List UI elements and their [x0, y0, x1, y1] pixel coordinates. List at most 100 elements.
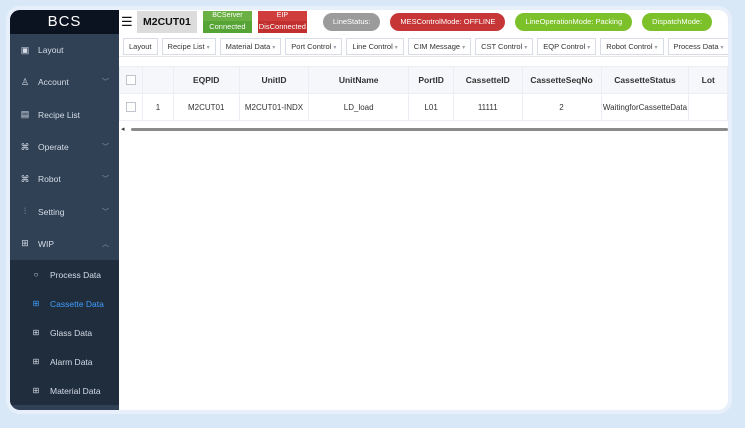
tab-label: CST Control — [481, 41, 523, 51]
cassette-table: EQPID UnitID UnitName PortID CassetteID Casse… — [119, 66, 728, 121]
column-header-lot: Lot — [688, 66, 728, 94]
tab-label: EQP Control — [543, 41, 586, 51]
tab-layout[interactable]: Layout — [123, 37, 158, 55]
sidebar-item-label: Robot — [38, 174, 61, 185]
bcserver-status: BCServer Connected — [202, 11, 252, 33]
chevron-down-icon: ﹀ — [102, 144, 109, 152]
table-icon: ⊞ — [32, 386, 40, 396]
chevron-down-icon: ﹀ — [102, 79, 109, 87]
app-logo: BCS — [10, 10, 119, 34]
sidebar-item-layout[interactable]: ▣ Layout — [10, 34, 119, 66]
document-icon: ▤ — [20, 109, 30, 120]
column-header-portid: PortID — [408, 66, 455, 94]
submenu-item-label: Glass Data — [50, 327, 93, 338]
table-body: 1 M2CUT01 M2CUT01-INDX LD_load L01 11111 2 Wait… — [119, 93, 728, 121]
tab-label: CIM Message — [413, 41, 461, 51]
table-cell: LD_load — [308, 93, 410, 121]
command-icon: ⌘ — [20, 141, 30, 152]
horizontal-scrollbar[interactable]: ◂ — [119, 125, 728, 133]
sidebar-item-recipe-list[interactable]: ▤ Recipe List — [10, 99, 119, 131]
column-header-eqpid: EQPID — [172, 66, 240, 94]
sidebar-item-account[interactable]: ♙ Account ﹀ — [10, 66, 119, 98]
chevron-down-icon: ﹀ — [102, 176, 109, 184]
sidebar-item-robot[interactable]: ⌘ Robot ﹀ — [10, 163, 119, 195]
dispatch-mode-badge: DispatchMode: — [642, 13, 713, 31]
chevron-up-icon: ︿ — [102, 240, 109, 248]
tab-label: Material Data — [225, 41, 271, 51]
scrollbar-thumb[interactable] — [131, 128, 728, 131]
submenu-item-label: Alarm Data — [50, 356, 93, 367]
tab-cim-message[interactable]: CIM Message ▾ — [407, 37, 472, 55]
dropdown-arrow-icon[interactable]: ▾ — [462, 45, 465, 51]
column-header-cassettestatus: CassetteStatus — [600, 66, 690, 94]
monitor-icon: ▣ — [20, 44, 30, 55]
bcserver-label: BCServer — [202, 11, 252, 21]
tab-label: Layout — [129, 41, 152, 51]
chevron-down-icon: ﹀ — [102, 208, 109, 216]
mes-control-mode-badge: MESControlMode: OFFLINE — [390, 13, 506, 31]
select-all-cell — [119, 66, 144, 94]
dropdown-arrow-icon[interactable]: ▾ — [333, 45, 336, 51]
submenu-item-label: Material Data — [50, 385, 101, 396]
dropdown-arrow-icon[interactable]: ▾ — [272, 45, 275, 51]
hamburger-icon[interactable]: ☰ — [121, 14, 133, 30]
tab-label: Process Data — [673, 41, 719, 51]
tab-label: Robot Control — [606, 41, 653, 51]
table-icon: ⊞ — [32, 328, 40, 338]
tab-recipe-list[interactable]: Recipe List ▾ — [161, 37, 216, 55]
table-cell: M2CUT01 — [172, 93, 240, 121]
table-cell: M2CUT01-INDX — [238, 93, 310, 121]
dropdown-arrow-icon[interactable]: ▾ — [721, 45, 724, 51]
submenu-item-glass-data[interactable]: ⊞ Glass Data — [10, 318, 119, 347]
equipment-title: M2CUT01 — [137, 11, 197, 33]
table-cell: L01 — [408, 93, 455, 121]
table-cell: 2 — [521, 93, 602, 121]
sidebar-item-wip[interactable]: ⊞ WIP ︿ — [10, 228, 119, 260]
sidebar-menu: ▣ Layout ♙ Account ﹀ ▤ Recipe List ⌘ Operate ﹀ ⌘ Ro… — [10, 34, 119, 260]
tab-cst-control[interactable]: CST Control ▾ — [475, 37, 534, 55]
column-header-cassetteid: CassetteID — [453, 66, 523, 94]
sidebar-item-label: Layout — [38, 45, 64, 56]
submenu-item-alarm-data[interactable]: ⊞ Alarm Data — [10, 347, 119, 376]
tab-line-control[interactable]: Line Control ▾ — [346, 37, 404, 55]
tab-label: Port Control — [291, 41, 332, 51]
dropdown-arrow-icon[interactable]: ▾ — [655, 45, 658, 51]
row-checkbox[interactable] — [126, 102, 137, 112]
cassette-table-container: EQPID UnitID UnitName PortID CassetteID Casse… — [119, 66, 728, 126]
sidebar-item-label: Operate — [38, 142, 69, 153]
table-icon: ⊞ — [32, 299, 40, 309]
sidebar-item-setting[interactable]: ⫶ Setting ﹀ — [10, 195, 119, 227]
row-select-cell — [119, 93, 144, 121]
tab-label: Line Control — [352, 41, 393, 51]
bcserver-value: Connected — [202, 21, 252, 33]
top-bar: ☰ M2CUT01 BCServer Connected EIP DisConn… — [119, 10, 728, 34]
sidebar-item-operate[interactable]: ⌘ Operate ﹀ — [10, 131, 119, 163]
dropdown-arrow-icon[interactable]: ▾ — [395, 45, 398, 51]
dropdown-arrow-icon[interactable]: ▾ — [524, 45, 527, 51]
table-row[interactable]: 1 M2CUT01 M2CUT01-INDX LD_load L01 11111 2 Wait… — [119, 93, 728, 121]
submenu-item-label: Process Data — [50, 269, 102, 280]
submenu-item-material-data[interactable]: ⊞ Material Data — [10, 376, 119, 405]
tab-process-data[interactable]: Process Data ▾ — [667, 37, 728, 55]
tab-eqp-control[interactable]: EQP Control ▾ — [537, 37, 597, 55]
eip-value: DisConnected — [257, 21, 307, 33]
column-header-unitid: UnitID — [238, 66, 310, 94]
app-window: BCS ▣ Layout ♙ Account ﹀ ▤ Recipe List ⌘ Operate… — [10, 10, 728, 410]
user-icon: ♙ — [20, 76, 30, 87]
sliders-icon: ⫶ — [23, 206, 27, 217]
table-cell — [688, 93, 728, 121]
select-all-checkbox[interactable] — [126, 75, 137, 86]
scroll-left-icon[interactable]: ◂ — [121, 125, 125, 133]
submenu-item-process-data[interactable]: ○ Process Data — [10, 260, 119, 289]
dropdown-arrow-icon[interactable]: ▾ — [207, 45, 210, 51]
submenu-item-cassette-data[interactable]: ⊞ Cassette Data — [10, 289, 119, 318]
tab-port-control[interactable]: Port Control ▾ — [285, 37, 343, 55]
circle-icon: ○ — [33, 270, 39, 280]
tab-material-data[interactable]: Material Data ▾ — [219, 37, 282, 55]
grid-icon: ⊞ — [21, 238, 29, 249]
tab-robot-control[interactable]: Robot Control ▾ — [600, 37, 664, 55]
table-icon: ⊞ — [32, 357, 40, 367]
dropdown-arrow-icon[interactable]: ▾ — [587, 45, 590, 51]
column-header-index — [142, 66, 174, 94]
eip-label: EIP — [257, 11, 307, 21]
